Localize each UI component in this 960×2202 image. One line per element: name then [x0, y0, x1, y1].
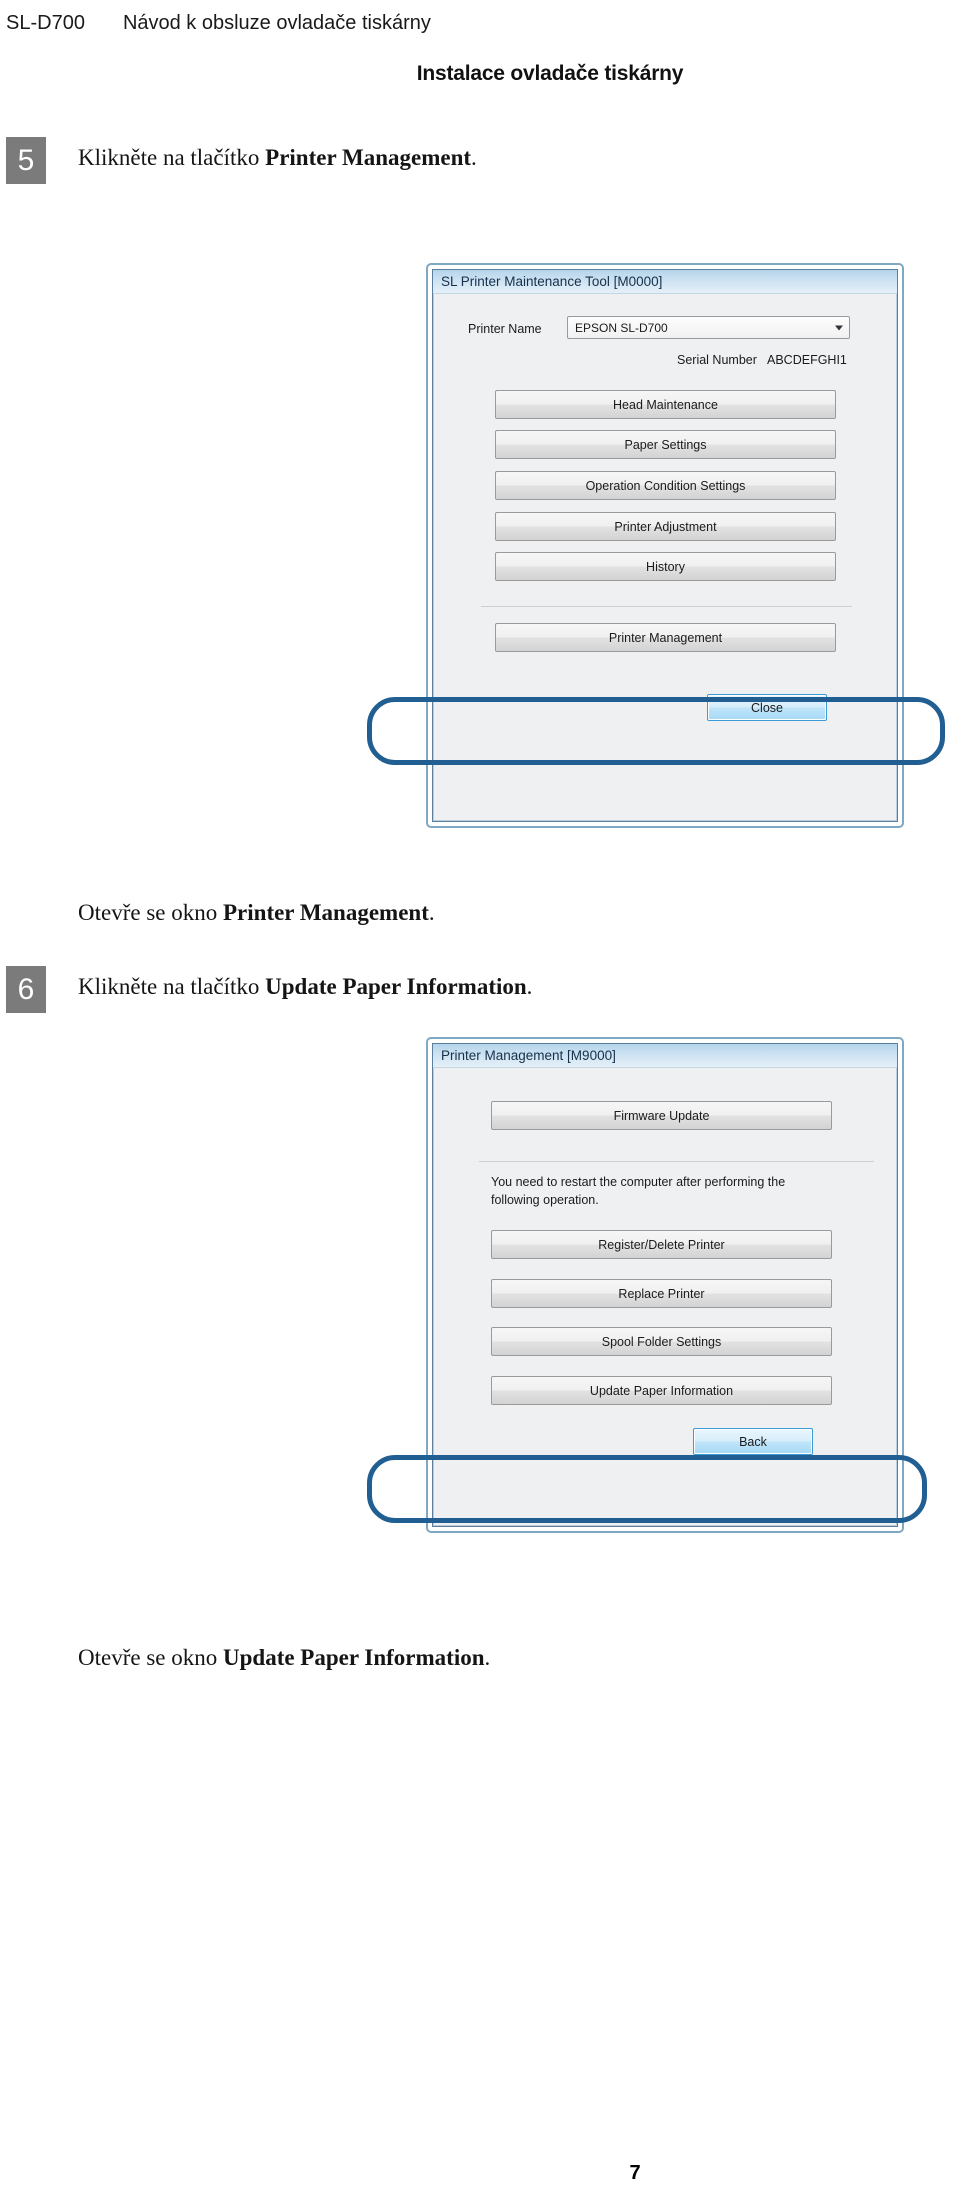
restart-notice-text: You need to restart the computer after p… — [491, 1175, 786, 1207]
step-5-text-prefix: Klikněte na tlačítko — [78, 145, 266, 170]
step-6-text-suffix: . — [526, 974, 533, 999]
page-number: 7 — [629, 2162, 641, 2184]
step-instruction-6: Klikněte na tlačítko Update Paper Inform… — [78, 974, 532, 1000]
note-1-text-suffix: . — [428, 900, 435, 925]
step-5-text-suffix: . — [471, 145, 477, 170]
firmware-update-button[interactable]: Firmware Update — [491, 1101, 832, 1130]
step-number-badge-6: 6 — [6, 966, 46, 1013]
dialog1-titlebar: SL Printer Maintenance Tool [M0000] — [433, 270, 897, 294]
dialog2-title-text: Printer Management [M9000] — [441, 1048, 616, 1063]
note-1-text-prefix: Otevře se okno — [78, 900, 223, 925]
register-delete-printer-button[interactable]: Register/Delete Printer — [491, 1230, 832, 1259]
printer-name-combobox[interactable]: EPSON SL-D700 — [567, 316, 850, 339]
printer-management-button[interactable]: Printer Management — [495, 623, 836, 652]
step-6-text-emphasis: Update Paper Information — [265, 974, 527, 999]
running-header: SL-D700 Návod k obsluze ovladače tiskárn… — [0, 6, 960, 40]
spool-folder-settings-button[interactable]: Spool Folder Settings — [491, 1327, 832, 1356]
dialog-sl-printer-maintenance-tool-frame: SL Printer Maintenance Tool [M0000] Prin… — [426, 263, 904, 828]
serial-number-label: Serial Number — [677, 353, 757, 367]
history-button[interactable]: History — [495, 552, 836, 581]
dialog1-divider — [481, 606, 852, 607]
head-maintenance-button[interactable]: Head Maintenance — [495, 390, 836, 419]
dialog2-divider — [479, 1161, 874, 1162]
dialog-printer-management-frame: Printer Management [M9000] Firmware Upda… — [426, 1037, 904, 1533]
chevron-down-icon[interactable] — [835, 325, 843, 330]
note-printer-management-window: Otevře se okno Printer Management. — [78, 900, 435, 926]
header-model-label: SL-D700 — [6, 11, 85, 34]
replace-printer-button[interactable]: Replace Printer — [491, 1279, 832, 1308]
note-1-text-emphasis: Printer Management — [223, 900, 429, 925]
operation-condition-settings-button[interactable]: Operation Condition Settings — [495, 471, 836, 500]
note-update-paper-information-window: Otevře se okno Update Paper Information. — [78, 1645, 490, 1671]
note-2-text-suffix: . — [484, 1645, 491, 1670]
dialog-printer-management: Printer Management [M9000] Firmware Upda… — [432, 1043, 898, 1527]
note-2-text-emphasis: Update Paper Information — [223, 1645, 485, 1670]
printer-adjustment-button[interactable]: Printer Adjustment — [495, 512, 836, 541]
back-button[interactable]: Back — [693, 1428, 813, 1455]
dialog-sl-printer-maintenance-tool: SL Printer Maintenance Tool [M0000] Prin… — [432, 269, 898, 822]
section-title: Instalace ovladače tiskárny — [416, 62, 684, 85]
step-5-text-emphasis: Printer Management — [265, 145, 472, 170]
printer-name-label: Printer Name — [468, 322, 542, 336]
step-instruction-5: Klikněte na tlačítko Printer Management. — [78, 145, 477, 171]
dialog2-titlebar: Printer Management [M9000] — [433, 1044, 897, 1068]
header-manual-title: Návod k obsluze ovladače tiskárny — [122, 11, 431, 34]
update-paper-information-button[interactable]: Update Paper Information — [491, 1376, 832, 1405]
step-6-text-prefix: Klikněte na tlačítko — [78, 974, 266, 999]
note-2-text-prefix: Otevře se okno — [78, 1645, 223, 1670]
dialog1-title-text: SL Printer Maintenance Tool [M0000] — [441, 274, 663, 289]
dialog2-body: Firmware Update You need to restart the … — [433, 1068, 897, 1527]
printer-name-selected-value: EPSON SL-D700 — [575, 320, 668, 335]
serial-number-value: ABCDEFGHI1 — [767, 353, 847, 367]
paper-settings-button[interactable]: Paper Settings — [495, 430, 836, 459]
step-number-badge-5: 5 — [6, 137, 46, 184]
dialog1-body: Printer Name EPSON SL-D700 Serial Number… — [433, 294, 897, 822]
close-button[interactable]: Close — [707, 694, 827, 721]
